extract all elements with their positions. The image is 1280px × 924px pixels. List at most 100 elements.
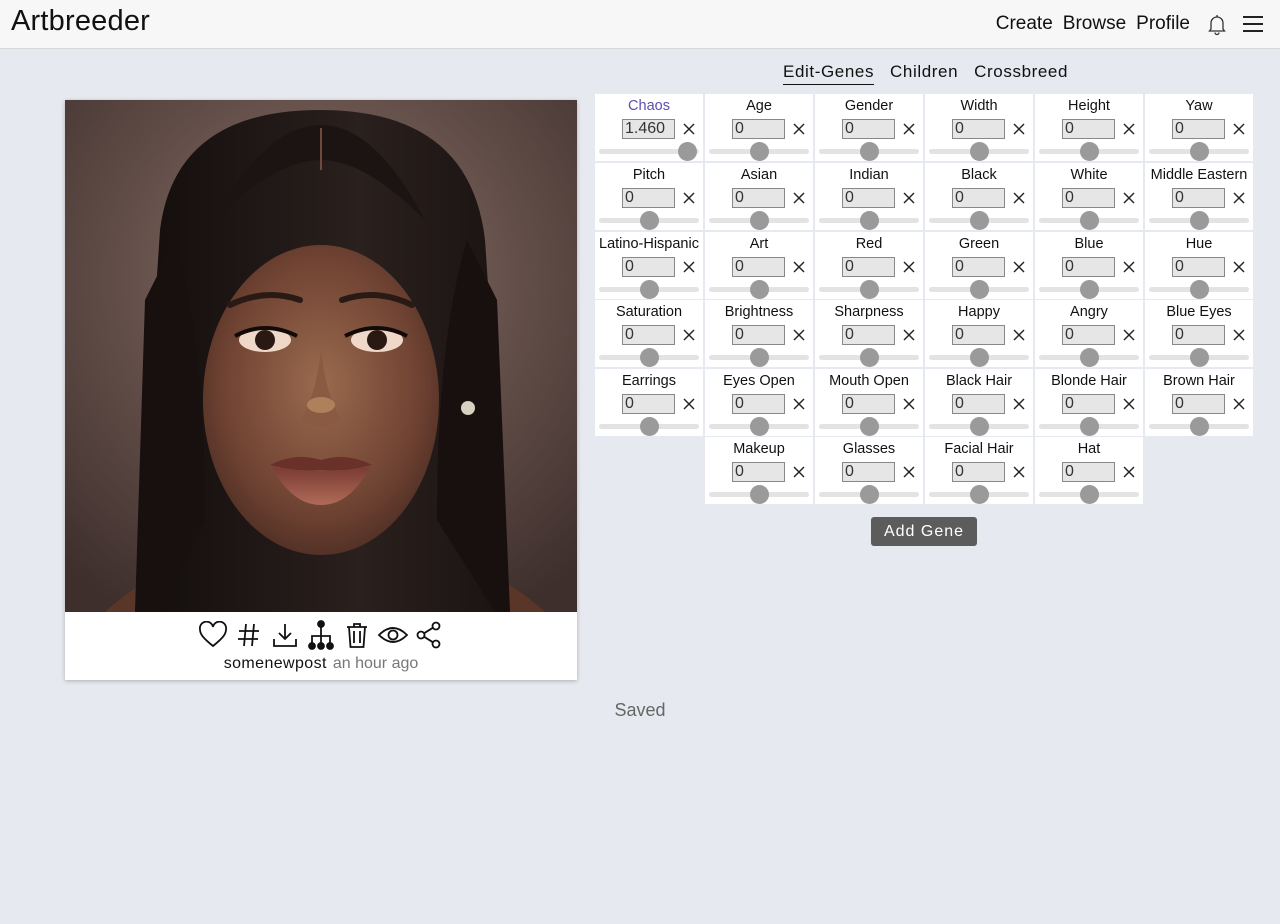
remove-gene-icon[interactable] xyxy=(1233,192,1245,204)
remove-gene-icon[interactable] xyxy=(1013,261,1025,273)
gene-value-input[interactable]: 0 xyxy=(952,325,1005,345)
hashtag-icon[interactable] xyxy=(231,617,267,653)
gene-value-input[interactable]: 0 xyxy=(842,119,895,139)
remove-gene-icon[interactable] xyxy=(1233,123,1245,135)
remove-gene-icon[interactable] xyxy=(1123,466,1135,478)
gene-value-input[interactable]: 0 xyxy=(1172,188,1225,208)
nav-profile[interactable]: Profile xyxy=(1136,13,1190,35)
remove-gene-icon[interactable] xyxy=(903,398,915,410)
download-icon[interactable] xyxy=(267,617,303,653)
gene-slider-thumb[interactable] xyxy=(639,211,659,230)
gene-slider-thumb[interactable] xyxy=(859,348,879,367)
gene-value-input[interactable]: 0 xyxy=(952,462,1005,482)
tab-children[interactable]: Children xyxy=(890,62,958,85)
gene-value-input[interactable]: 0 xyxy=(732,394,785,414)
gene-value-input[interactable]: 0 xyxy=(732,119,785,139)
gene-slider-thumb[interactable] xyxy=(969,485,989,504)
gene-slider-thumb[interactable] xyxy=(749,211,769,230)
gene-slider-thumb[interactable] xyxy=(1189,211,1209,230)
gene-slider-thumb[interactable] xyxy=(969,211,989,230)
gene-value-input[interactable]: 0 xyxy=(622,394,675,414)
bell-icon[interactable] xyxy=(1204,11,1230,37)
remove-gene-icon[interactable] xyxy=(903,329,915,341)
remove-gene-icon[interactable] xyxy=(793,261,805,273)
gene-value-input[interactable]: 0 xyxy=(622,325,675,345)
eye-icon[interactable] xyxy=(375,617,411,653)
gene-slider-thumb[interactable] xyxy=(1189,417,1209,436)
hamburger-menu-icon[interactable] xyxy=(1240,11,1266,37)
gene-value-input[interactable]: 0 xyxy=(952,119,1005,139)
remove-gene-icon[interactable] xyxy=(1123,192,1135,204)
remove-gene-icon[interactable] xyxy=(793,123,805,135)
gene-value-input[interactable]: 0 xyxy=(952,257,1005,277)
remove-gene-icon[interactable] xyxy=(1123,329,1135,341)
remove-gene-icon[interactable] xyxy=(683,398,695,410)
remove-gene-icon[interactable] xyxy=(683,329,695,341)
gene-slider-thumb[interactable] xyxy=(969,280,989,299)
remove-gene-icon[interactable] xyxy=(683,261,695,273)
gene-slider-thumb[interactable] xyxy=(1079,348,1099,367)
gene-value-input[interactable]: 0 xyxy=(1172,119,1225,139)
gene-value-input[interactable]: 0 xyxy=(1172,325,1225,345)
gene-slider-thumb[interactable] xyxy=(859,417,879,436)
remove-gene-icon[interactable] xyxy=(1123,398,1135,410)
nav-browse[interactable]: Browse xyxy=(1063,13,1126,35)
gene-slider-thumb[interactable] xyxy=(749,485,769,504)
tab-edit-genes[interactable]: Edit-Genes xyxy=(783,62,875,85)
gene-slider-thumb[interactable] xyxy=(859,280,879,299)
gene-value-input[interactable]: 0 xyxy=(1062,188,1115,208)
trash-icon[interactable] xyxy=(339,617,375,653)
gene-value-input[interactable]: 0 xyxy=(1172,257,1225,277)
portrait-image[interactable] xyxy=(65,100,577,612)
remove-gene-icon[interactable] xyxy=(1013,192,1025,204)
remove-gene-icon[interactable] xyxy=(793,192,805,204)
gene-value-input[interactable]: 0 xyxy=(842,257,895,277)
gene-value-input[interactable]: 0 xyxy=(1062,462,1115,482)
gene-value-input[interactable]: 0 xyxy=(1062,119,1115,139)
gene-value-input[interactable]: 0 xyxy=(842,462,895,482)
remove-gene-icon[interactable] xyxy=(793,329,805,341)
gene-slider-thumb[interactable] xyxy=(1079,211,1099,230)
remove-gene-icon[interactable] xyxy=(1233,261,1245,273)
gene-slider-thumb[interactable] xyxy=(859,485,879,504)
remove-gene-icon[interactable] xyxy=(903,192,915,204)
gene-slider-thumb[interactable] xyxy=(969,417,989,436)
gene-value-input[interactable]: 0 xyxy=(732,325,785,345)
gene-value-input[interactable]: 0 xyxy=(732,257,785,277)
app-logo[interactable]: Artbreeder xyxy=(11,5,150,38)
gene-slider-thumb[interactable] xyxy=(749,280,769,299)
gene-slider-thumb[interactable] xyxy=(1079,417,1099,436)
gene-slider-thumb[interactable] xyxy=(749,348,769,367)
gene-slider-thumb[interactable] xyxy=(639,417,659,436)
remove-gene-icon[interactable] xyxy=(1013,329,1025,341)
remove-gene-icon[interactable] xyxy=(1013,123,1025,135)
gene-slider-thumb[interactable] xyxy=(859,142,879,161)
gene-slider-thumb[interactable] xyxy=(1079,485,1099,504)
gene-value-input[interactable]: 0 xyxy=(1062,394,1115,414)
remove-gene-icon[interactable] xyxy=(1013,398,1025,410)
remove-gene-icon[interactable] xyxy=(683,123,695,135)
remove-gene-icon[interactable] xyxy=(1013,466,1025,478)
remove-gene-icon[interactable] xyxy=(1123,261,1135,273)
gene-slider-thumb[interactable] xyxy=(859,211,879,230)
remove-gene-icon[interactable] xyxy=(793,466,805,478)
heart-icon[interactable] xyxy=(195,617,231,653)
gene-value-input[interactable]: 0 xyxy=(732,462,785,482)
gene-slider-thumb[interactable] xyxy=(1189,280,1209,299)
remove-gene-icon[interactable] xyxy=(1123,123,1135,135)
remove-gene-icon[interactable] xyxy=(903,466,915,478)
gene-slider-thumb[interactable] xyxy=(677,142,697,161)
remove-gene-icon[interactable] xyxy=(903,261,915,273)
remove-gene-icon[interactable] xyxy=(793,398,805,410)
share-icon[interactable] xyxy=(411,617,447,653)
gene-value-input[interactable]: 0 xyxy=(1062,325,1115,345)
gene-value-input[interactable]: 1.460 xyxy=(622,119,675,139)
gene-slider-thumb[interactable] xyxy=(1079,142,1099,161)
gene-value-input[interactable]: 0 xyxy=(1172,394,1225,414)
gene-slider-thumb[interactable] xyxy=(1079,280,1099,299)
add-gene-button[interactable]: Add Gene xyxy=(871,517,977,546)
gene-value-input[interactable]: 0 xyxy=(732,188,785,208)
gene-value-input[interactable]: 0 xyxy=(842,394,895,414)
post-username[interactable]: somenewpost xyxy=(224,655,327,672)
gene-value-input[interactable]: 0 xyxy=(952,394,1005,414)
